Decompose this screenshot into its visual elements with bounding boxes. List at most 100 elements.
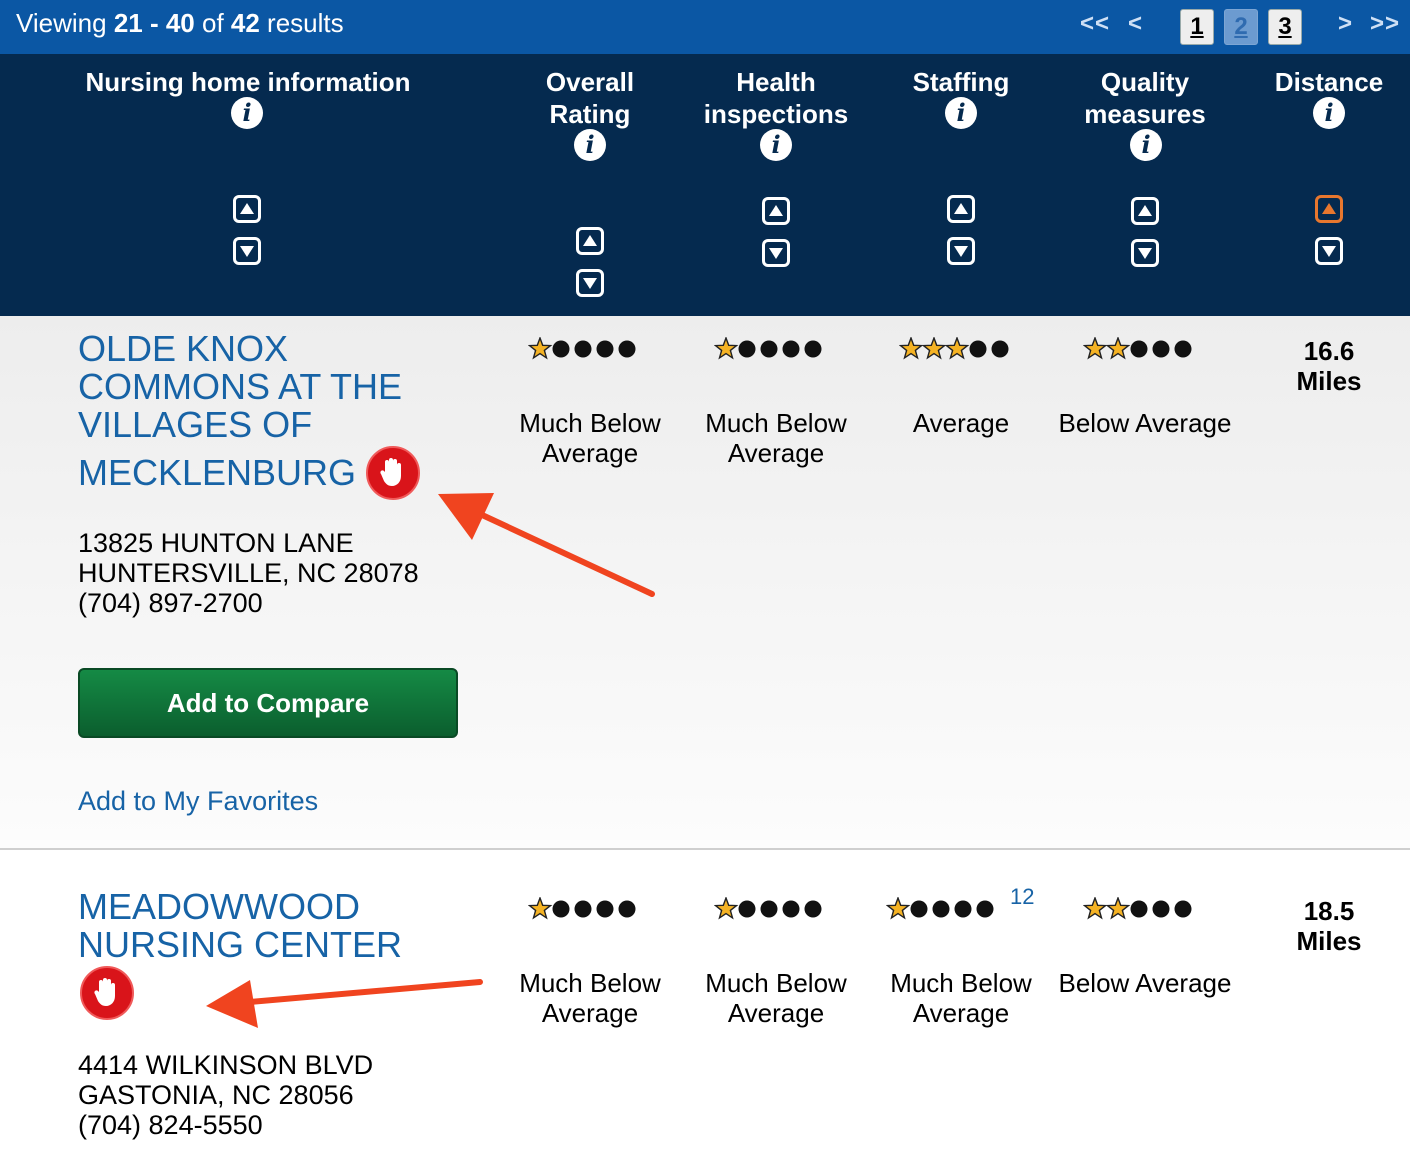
star-icon (1105, 335, 1131, 360)
stop-hand-icon[interactable] (80, 966, 134, 1020)
facility-distance: 16.6 Miles (1296, 336, 1362, 396)
results-pagination-bar: Viewing 21 - 40 of 42 results << < 1 2 3… (0, 0, 1410, 54)
empty-star-dot-icon (574, 340, 592, 358)
empty-star-dot-icon (738, 340, 756, 358)
add-to-favorites-link[interactable]: Add to My Favorites (78, 786, 318, 817)
column-title-staffing: Staffing (912, 67, 1010, 97)
star-icon (921, 335, 947, 360)
sort-descending-button[interactable] (576, 269, 604, 297)
sort-ascending-button[interactable] (762, 197, 790, 225)
triangle-up-icon (769, 205, 783, 216)
staffing-stars (885, 895, 1016, 921)
info-icon[interactable]: i (760, 129, 792, 161)
quality-measures-stars (1082, 895, 1213, 921)
last-page-link[interactable]: >> (1370, 10, 1400, 38)
triangle-up-icon (583, 235, 597, 246)
star-icon (1105, 895, 1131, 920)
star-icon (713, 895, 739, 920)
sort-ascending-button-active[interactable] (1315, 195, 1343, 223)
empty-star-dot-icon (738, 900, 756, 918)
overall-rating-label: Much Below Average (519, 408, 661, 468)
sort-ascending-button[interactable] (1131, 197, 1159, 225)
facility-address: 13825 HUNTON LANE HUNTERSVILLE, NC 28078… (78, 528, 419, 618)
empty-star-dot-icon (1130, 900, 1148, 918)
sort-descending-button[interactable] (1315, 237, 1343, 265)
sort-descending-button[interactable] (762, 239, 790, 267)
empty-star-dot-icon (782, 340, 800, 358)
quality-measures-label: Below Average (1058, 968, 1232, 998)
sort-descending-button[interactable] (947, 237, 975, 265)
page-1-link[interactable]: 1 (1180, 9, 1214, 45)
info-icon[interactable]: i (231, 97, 263, 129)
triangle-down-icon (583, 278, 597, 289)
stop-hand-icon[interactable] (366, 446, 420, 500)
hand-icon (380, 458, 401, 486)
facility-name-link[interactable]: MEADOWWOOD NURSING CENTER (78, 888, 402, 964)
triangle-down-icon (1138, 248, 1152, 259)
sort-descending-button[interactable] (233, 237, 261, 265)
empty-star-dot-icon (804, 900, 822, 918)
facility-name-link[interactable]: OLDE KNOX COMMONS AT THE VILLAGES OF MEC… (78, 330, 402, 492)
previous-page-link[interactable]: < (1128, 10, 1143, 38)
triangle-down-icon (769, 248, 783, 259)
column-title-quality-measures: Quality measures (1084, 67, 1206, 129)
star-icon (1082, 895, 1108, 920)
empty-star-dot-icon (782, 900, 800, 918)
empty-star-dot-icon (1152, 340, 1170, 358)
info-icon[interactable]: i (1130, 129, 1162, 161)
sort-ascending-button[interactable] (576, 227, 604, 255)
empty-star-dot-icon (932, 900, 950, 918)
triangle-down-icon (954, 246, 968, 257)
staffing-footnote-link[interactable]: 12 (1010, 884, 1034, 910)
empty-star-dot-icon (1174, 340, 1192, 358)
hand-icon (94, 978, 115, 1006)
star-icon (713, 335, 739, 360)
results-table-header: Nursing home information i Overall Rating… (0, 54, 1410, 316)
triangle-up-icon (954, 203, 968, 214)
sort-descending-button[interactable] (1131, 239, 1159, 267)
page-2-current: 2 (1224, 9, 1258, 45)
add-to-compare-button[interactable]: Add to Compare (78, 668, 458, 738)
sort-ascending-button[interactable] (233, 195, 261, 223)
info-icon[interactable]: i (1313, 97, 1345, 129)
empty-star-dot-icon (618, 340, 636, 358)
staffing-label: Much Below Average (890, 968, 1032, 1028)
overall-rating-stars (527, 335, 658, 361)
star-icon (898, 335, 924, 360)
empty-star-dot-icon (574, 900, 592, 918)
empty-star-dot-icon (991, 340, 1009, 358)
empty-star-dot-icon (1174, 900, 1192, 918)
next-page-link[interactable]: > (1338, 10, 1353, 38)
empty-star-dot-icon (552, 340, 570, 358)
empty-star-dot-icon (804, 340, 822, 358)
star-icon (944, 335, 970, 360)
quality-measures-stars (1082, 335, 1213, 361)
info-icon[interactable]: i (945, 97, 977, 129)
health-inspections-stars (713, 335, 844, 361)
health-inspections-label: Much Below Average (705, 408, 847, 468)
empty-star-dot-icon (760, 900, 778, 918)
empty-star-dot-icon (976, 900, 994, 918)
first-page-link[interactable]: << (1080, 10, 1110, 38)
health-inspections-label: Much Below Average (705, 968, 847, 1028)
results-count: Viewing 21 - 40 of 42 results (16, 8, 344, 38)
empty-star-dot-icon (596, 340, 614, 358)
page-3-link[interactable]: 3 (1268, 9, 1302, 45)
facility-phone: (704) 824-5550 (78, 1110, 263, 1140)
sort-ascending-button[interactable] (947, 195, 975, 223)
overall-rating-label: Much Below Average (519, 968, 661, 1028)
empty-star-dot-icon (1152, 900, 1170, 918)
column-title-distance: Distance (1274, 67, 1384, 97)
star-icon (885, 895, 911, 920)
triangle-up-icon (1138, 205, 1152, 216)
health-inspections-stars (713, 895, 844, 921)
info-icon[interactable]: i (574, 129, 606, 161)
triangle-up-icon (1322, 203, 1336, 214)
triangle-up-icon (240, 203, 254, 214)
empty-star-dot-icon (1130, 340, 1148, 358)
triangle-down-icon (240, 246, 254, 257)
star-icon (527, 895, 553, 920)
overall-rating-stars (527, 895, 658, 921)
star-icon (1082, 335, 1108, 360)
facility-phone: (704) 897-2700 (78, 588, 263, 618)
